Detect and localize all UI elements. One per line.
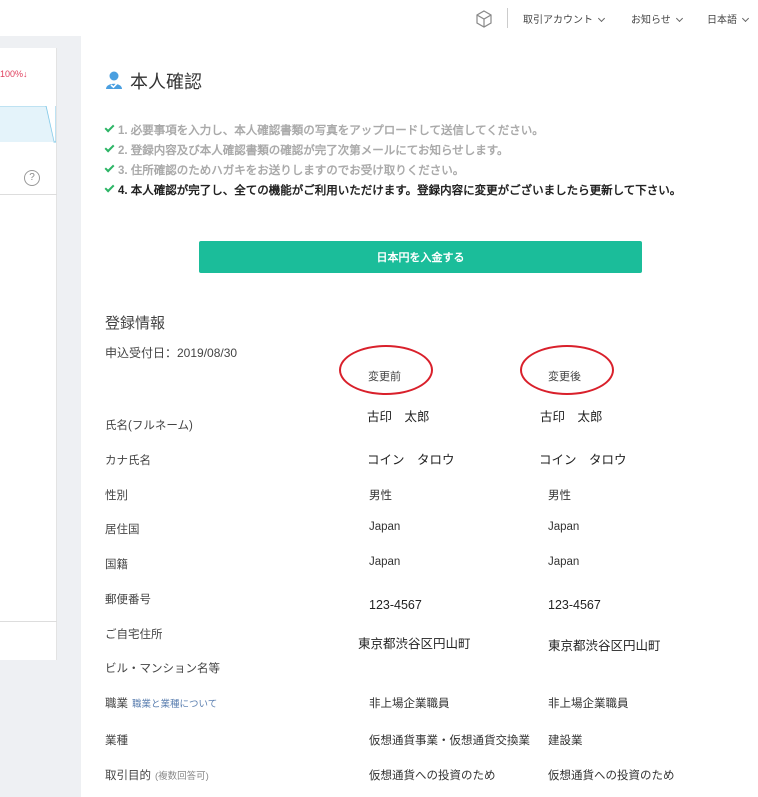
row-label-nationality: 国籍 — [105, 559, 128, 571]
apply-date: 申込受付日：2019/08/30 — [105, 346, 238, 360]
before-gender: 男性 — [369, 490, 392, 502]
row-label-kana: カナ氏名 — [105, 455, 151, 467]
before-occupation: 非上場企業職員 — [369, 698, 450, 710]
after-address: 東京都渋谷区円山町 — [548, 639, 661, 653]
after-kana: コイン タロウ — [539, 453, 627, 467]
step-text: 2. 登録内容及び本人確認書類の確認が完了次第メールにてお知らせします。 — [118, 145, 509, 157]
registration-title: 登録情報 — [105, 315, 166, 332]
language-menu-label: 日本語 — [707, 15, 737, 26]
row-label-building: ビル・マンション名等 — [105, 663, 220, 675]
step-item: 4. 本人確認が完了し、全ての機能がご利用いただけます。登録内容に変更がございま… — [104, 182, 682, 203]
before-address: 東京都渋谷区円山町 — [358, 637, 471, 651]
chevron-down-icon — [675, 14, 683, 23]
before-postal-code: 123-4567 — [369, 598, 422, 612]
check-icon — [104, 142, 115, 153]
step-text: 1. 必要事項を入力し、本人確認書類の写真をアップロードして送信してください。 — [118, 125, 544, 137]
after-industry: 建設業 — [548, 735, 583, 747]
divider — [0, 621, 57, 622]
after-name: 古印 太郎 — [540, 410, 603, 424]
before-kana: コイン タロウ — [367, 453, 455, 467]
page-title-text: 本人確認 — [130, 72, 202, 92]
news-menu[interactable]: お知らせ — [631, 11, 683, 26]
check-icon — [104, 182, 115, 193]
account-menu-label: 取引アカウント — [523, 15, 593, 26]
user-check-icon — [106, 71, 122, 89]
row-label-industry: 業種 — [105, 735, 128, 747]
step-text: 3. 住所確認のためハガキをお送りしますのでお受け取りください。 — [118, 165, 465, 177]
chevron-down-icon — [597, 14, 606, 23]
purpose-note: (複数回答可) — [155, 771, 209, 782]
after-nationality: Japan — [548, 556, 580, 568]
row-label-gender: 性別 — [105, 490, 128, 502]
check-icon — [104, 122, 115, 133]
after-gender: 男性 — [548, 490, 571, 502]
before-purpose: 仮想通貨への投資のため — [369, 770, 496, 782]
after-purpose: 仮想通貨への投資のため — [548, 770, 675, 782]
row-label-occupation: 職業 職業と業種について — [105, 695, 217, 711]
steps-list: 1. 必要事項を入力し、本人確認書類の写真をアップロードして送信してください。 … — [104, 122, 682, 203]
check-icon — [104, 162, 115, 173]
before-name: 古印 太郎 — [367, 410, 430, 424]
occupation-label: 職業 — [105, 698, 128, 710]
chevron-down-icon — [741, 14, 750, 23]
step-text: 4. 本人確認が完了し、全ての機能がご利用いただけます。登録内容に変更がございま… — [118, 185, 682, 197]
before-residence: Japan — [369, 521, 401, 533]
before-industry: 仮想通貨事業・仮想通貨交換業 — [369, 735, 530, 747]
top-bar: 取引アカウント お知らせ 日本語 — [0, 0, 758, 36]
divider — [0, 194, 57, 195]
after-occupation: 非上場企業職員 — [548, 698, 629, 710]
before-nationality: Japan — [369, 556, 401, 568]
after-residence: Japan — [548, 521, 580, 533]
after-postal-code: 123-4567 — [548, 598, 601, 612]
step-item: 2. 登録内容及び本人確認書類の確認が完了次第メールにてお知らせします。 — [104, 142, 681, 163]
help-icon[interactable]: ? — [24, 170, 40, 186]
mini-chart — [0, 106, 56, 143]
percent-indicator: 100%↓ — [0, 69, 28, 79]
news-menu-label: お知らせ — [631, 15, 671, 26]
before-column-header: 変更前 — [368, 371, 401, 383]
after-column-header: 変更後 — [548, 371, 581, 383]
purpose-label: 取引目的 — [105, 770, 151, 782]
cube-icon[interactable] — [474, 9, 494, 29]
deposit-jpy-button[interactable]: 日本円を入金する — [199, 241, 642, 273]
language-menu[interactable]: 日本語 — [707, 11, 750, 26]
occupation-info-link[interactable]: 職業と業種について — [132, 699, 217, 710]
row-label-address: ご自宅住所 — [105, 629, 163, 641]
row-label-postal-code: 郵便番号 — [105, 594, 151, 606]
row-label-purpose: 取引目的 (複数回答可) — [105, 767, 209, 783]
step-item: 1. 必要事項を入力し、本人確認書類の写真をアップロードして送信してください。 — [104, 122, 681, 143]
topbar-divider — [507, 8, 508, 28]
account-menu[interactable]: 取引アカウント — [523, 11, 606, 26]
row-label-residence: 居住国 — [105, 524, 140, 536]
step-item: 3. 住所確認のためハガキをお送りしますのでお受け取りください。 — [104, 162, 681, 183]
row-label-name: 氏名(フルネーム) — [105, 420, 193, 432]
